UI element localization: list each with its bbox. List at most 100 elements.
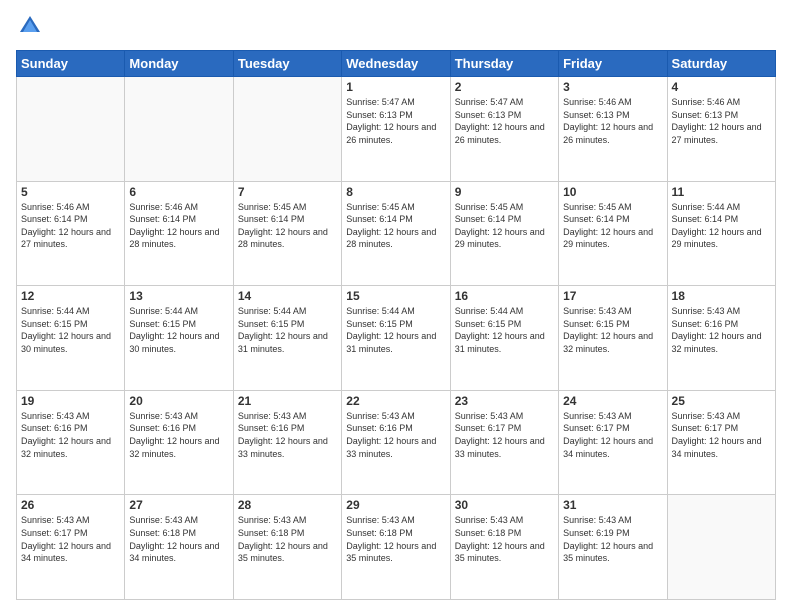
day-number: 13: [129, 289, 228, 303]
day-cell: 22 Sunrise: 5:43 AM Sunset: 6:16 PM Dayli…: [342, 390, 450, 495]
day-cell: 30 Sunrise: 5:43 AM Sunset: 6:18 PM Dayli…: [450, 495, 558, 600]
day-number: 30: [455, 498, 554, 512]
day-info: Sunrise: 5:43 AM Sunset: 6:17 PM Dayligh…: [455, 410, 554, 460]
day-info: Sunrise: 5:45 AM Sunset: 6:14 PM Dayligh…: [346, 201, 445, 251]
day-cell: 25 Sunrise: 5:43 AM Sunset: 6:17 PM Dayli…: [667, 390, 775, 495]
day-info: Sunrise: 5:43 AM Sunset: 6:16 PM Dayligh…: [672, 305, 771, 355]
day-number: 12: [21, 289, 120, 303]
page: SundayMondayTuesdayWednesdayThursdayFrid…: [0, 0, 792, 612]
day-cell: 23 Sunrise: 5:43 AM Sunset: 6:17 PM Dayli…: [450, 390, 558, 495]
day-info: Sunrise: 5:44 AM Sunset: 6:15 PM Dayligh…: [238, 305, 337, 355]
logo-icon: [16, 12, 44, 40]
day-cell: 21Sunrise: 5:43 AM Sunset: 6:16 PM Dayli…: [233, 390, 341, 495]
day-cell: 17 Sunrise: 5:43 AM Sunset: 6:15 PM Dayli…: [559, 286, 667, 391]
day-info: Sunrise: 5:43 AM Sunset: 6:18 PM Dayligh…: [238, 514, 337, 564]
day-number: 26: [21, 498, 120, 512]
day-number: 31: [563, 498, 662, 512]
day-info: Sunrise: 5:43 AM Sunset: 6:17 PM Dayligh…: [672, 410, 771, 460]
day-number: 6: [129, 185, 228, 199]
weekday-header-row: SundayMondayTuesdayWednesdayThursdayFrid…: [17, 51, 776, 77]
day-number: 4: [672, 80, 771, 94]
day-info: Sunrise: 5:43 AM Sunset: 6:18 PM Dayligh…: [455, 514, 554, 564]
day-number: 17: [563, 289, 662, 303]
day-info: Sunrise: 5:44 AM Sunset: 6:15 PM Dayligh…: [455, 305, 554, 355]
weekday-saturday: Saturday: [667, 51, 775, 77]
day-number: 7: [238, 185, 337, 199]
day-info: Sunrise: 5:44 AM Sunset: 6:15 PM Dayligh…: [129, 305, 228, 355]
day-cell: 24 Sunrise: 5:43 AM Sunset: 6:17 PM Dayli…: [559, 390, 667, 495]
day-cell: [233, 77, 341, 182]
day-info: Sunrise: 5:43 AM Sunset: 6:17 PM Dayligh…: [563, 410, 662, 460]
weekday-wednesday: Wednesday: [342, 51, 450, 77]
weekday-monday: Monday: [125, 51, 233, 77]
day-info: Sunrise: 5:45 AM Sunset: 6:14 PM Dayligh…: [238, 201, 337, 251]
day-cell: 28 Sunrise: 5:43 AM Sunset: 6:18 PM Dayli…: [233, 495, 341, 600]
day-cell: 31Sunrise: 5:43 AM Sunset: 6:19 PM Dayli…: [559, 495, 667, 600]
day-cell: 12 Sunrise: 5:44 AM Sunset: 6:15 PM Dayli…: [17, 286, 125, 391]
day-info: Sunrise: 5:46 AM Sunset: 6:14 PM Dayligh…: [21, 201, 120, 251]
day-cell: 7 Sunrise: 5:45 AM Sunset: 6:14 PM Daylig…: [233, 181, 341, 286]
day-info: Sunrise: 5:44 AM Sunset: 6:15 PM Dayligh…: [346, 305, 445, 355]
day-number: 23: [455, 394, 554, 408]
day-cell: 11 Sunrise: 5:44 AM Sunset: 6:14 PM Dayli…: [667, 181, 775, 286]
day-number: 25: [672, 394, 771, 408]
day-cell: 9Sunrise: 5:45 AM Sunset: 6:14 PM Daylig…: [450, 181, 558, 286]
day-info: Sunrise: 5:44 AM Sunset: 6:15 PM Dayligh…: [21, 305, 120, 355]
day-cell: 26 Sunrise: 5:43 AM Sunset: 6:17 PM Dayli…: [17, 495, 125, 600]
week-row-1: 1 Sunrise: 5:47 AM Sunset: 6:13 PM Daylig…: [17, 77, 776, 182]
day-info: Sunrise: 5:43 AM Sunset: 6:18 PM Dayligh…: [346, 514, 445, 564]
day-cell: [667, 495, 775, 600]
day-info: Sunrise: 5:46 AM Sunset: 6:14 PM Dayligh…: [129, 201, 228, 251]
day-number: 9: [455, 185, 554, 199]
day-number: 21: [238, 394, 337, 408]
weekday-friday: Friday: [559, 51, 667, 77]
day-number: 19: [21, 394, 120, 408]
weekday-sunday: Sunday: [17, 51, 125, 77]
day-number: 5: [21, 185, 120, 199]
header: [16, 12, 776, 40]
day-info: Sunrise: 5:43 AM Sunset: 6:16 PM Dayligh…: [21, 410, 120, 460]
day-number: 14: [238, 289, 337, 303]
day-info: Sunrise: 5:43 AM Sunset: 6:16 PM Dayligh…: [346, 410, 445, 460]
day-cell: [17, 77, 125, 182]
day-info: Sunrise: 5:46 AM Sunset: 6:13 PM Dayligh…: [563, 96, 662, 146]
weekday-thursday: Thursday: [450, 51, 558, 77]
day-number: 15: [346, 289, 445, 303]
day-number: 2: [455, 80, 554, 94]
logo: [16, 12, 48, 40]
day-info: Sunrise: 5:44 AM Sunset: 6:14 PM Dayligh…: [672, 201, 771, 251]
day-number: 8: [346, 185, 445, 199]
day-number: 11: [672, 185, 771, 199]
week-row-5: 26 Sunrise: 5:43 AM Sunset: 6:17 PM Dayli…: [17, 495, 776, 600]
day-number: 18: [672, 289, 771, 303]
day-cell: 8 Sunrise: 5:45 AM Sunset: 6:14 PM Daylig…: [342, 181, 450, 286]
week-row-3: 12 Sunrise: 5:44 AM Sunset: 6:15 PM Dayli…: [17, 286, 776, 391]
day-cell: 10Sunrise: 5:45 AM Sunset: 6:14 PM Dayli…: [559, 181, 667, 286]
day-cell: [125, 77, 233, 182]
day-cell: 16 Sunrise: 5:44 AM Sunset: 6:15 PM Dayli…: [450, 286, 558, 391]
day-number: 22: [346, 394, 445, 408]
day-cell: 13 Sunrise: 5:44 AM Sunset: 6:15 PM Dayli…: [125, 286, 233, 391]
day-info: Sunrise: 5:43 AM Sunset: 6:15 PM Dayligh…: [563, 305, 662, 355]
day-cell: 19 Sunrise: 5:43 AM Sunset: 6:16 PM Dayli…: [17, 390, 125, 495]
calendar: SundayMondayTuesdayWednesdayThursdayFrid…: [16, 50, 776, 600]
day-info: Sunrise: 5:43 AM Sunset: 6:17 PM Dayligh…: [21, 514, 120, 564]
day-info: Sunrise: 5:47 AM Sunset: 6:13 PM Dayligh…: [346, 96, 445, 146]
day-cell: 2 Sunrise: 5:47 AM Sunset: 6:13 PM Daylig…: [450, 77, 558, 182]
week-row-4: 19 Sunrise: 5:43 AM Sunset: 6:16 PM Dayli…: [17, 390, 776, 495]
day-info: Sunrise: 5:43 AM Sunset: 6:18 PM Dayligh…: [129, 514, 228, 564]
day-cell: 3 Sunrise: 5:46 AM Sunset: 6:13 PM Daylig…: [559, 77, 667, 182]
day-number: 24: [563, 394, 662, 408]
weekday-tuesday: Tuesday: [233, 51, 341, 77]
day-number: 3: [563, 80, 662, 94]
day-cell: 6 Sunrise: 5:46 AM Sunset: 6:14 PM Daylig…: [125, 181, 233, 286]
day-number: 16: [455, 289, 554, 303]
day-cell: 14 Sunrise: 5:44 AM Sunset: 6:15 PM Dayli…: [233, 286, 341, 391]
day-cell: 5 Sunrise: 5:46 AM Sunset: 6:14 PM Daylig…: [17, 181, 125, 286]
day-info: Sunrise: 5:46 AM Sunset: 6:13 PM Dayligh…: [672, 96, 771, 146]
day-number: 1: [346, 80, 445, 94]
day-number: 28: [238, 498, 337, 512]
day-cell: 29 Sunrise: 5:43 AM Sunset: 6:18 PM Dayli…: [342, 495, 450, 600]
day-info: Sunrise: 5:47 AM Sunset: 6:13 PM Dayligh…: [455, 96, 554, 146]
day-number: 29: [346, 498, 445, 512]
